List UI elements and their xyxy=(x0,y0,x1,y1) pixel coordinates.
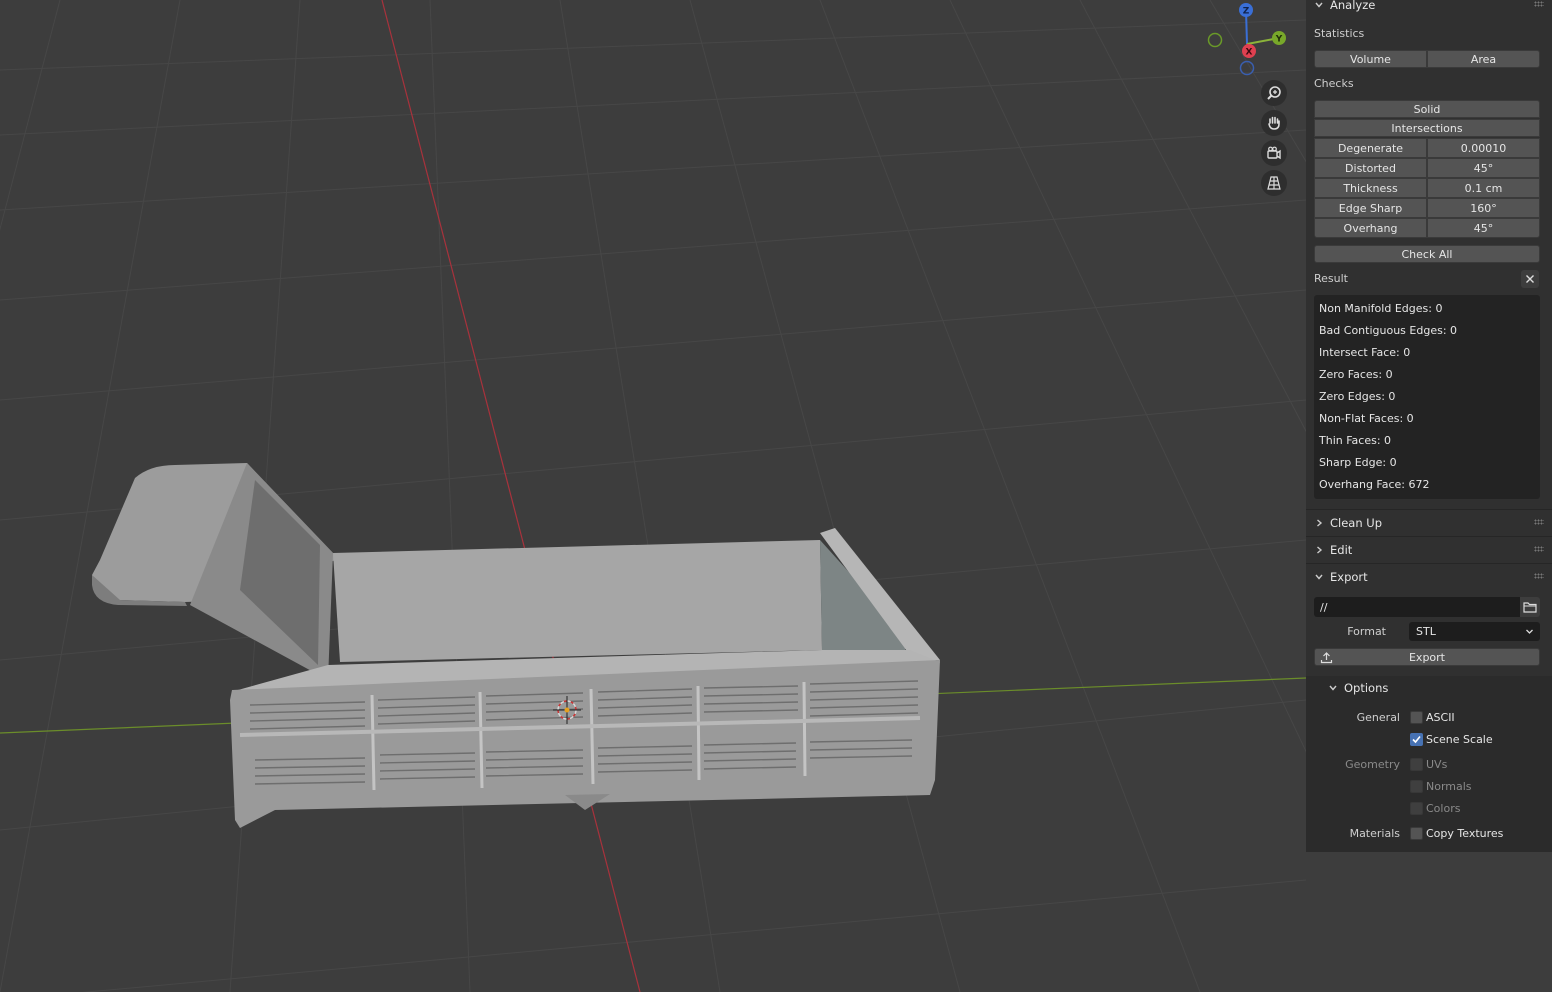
result-line[interactable]: Zero Edges: 0 xyxy=(1319,390,1395,403)
sidebar-panel: Analyze Statistics Volume Area Checks So… xyxy=(1306,0,1552,852)
colors-label[interactable]: Colors xyxy=(1426,802,1460,815)
thickness-label[interactable]: Thickness xyxy=(1314,178,1427,198)
navigation-gizmo[interactable]: Z Y X xyxy=(1200,0,1296,80)
solid-button[interactable]: Solid xyxy=(1314,100,1540,118)
format-select[interactable]: STL xyxy=(1409,622,1540,641)
drag-grip-icon[interactable] xyxy=(1534,519,1544,525)
chevron-down-icon xyxy=(1526,629,1533,634)
svg-text:Z: Z xyxy=(1243,7,1250,17)
scene-scale-checkbox[interactable] xyxy=(1410,733,1423,746)
folder-icon xyxy=(1523,602,1537,613)
statistics-label: Statistics xyxy=(1314,27,1365,40)
close-icon xyxy=(1526,275,1534,283)
copy-textures-label[interactable]: Copy Textures xyxy=(1426,827,1503,840)
result-line[interactable]: Zero Faces: 0 xyxy=(1319,368,1393,381)
normals-checkbox[interactable] xyxy=(1410,780,1423,793)
neg-y-axis-handle xyxy=(1207,32,1223,48)
ascii-checkbox[interactable] xyxy=(1410,711,1423,724)
edge-sharp-label[interactable]: Edge Sharp xyxy=(1314,198,1427,218)
overhang-label[interactable]: Overhang xyxy=(1314,218,1427,238)
result-line[interactable]: Overhang Face: 672 xyxy=(1319,478,1430,491)
camera-icon[interactable] xyxy=(1261,140,1287,166)
result-line[interactable]: Sharp Edge: 0 xyxy=(1319,456,1397,469)
x-axis-line xyxy=(381,0,641,992)
format-label: Format xyxy=(1347,625,1386,638)
format-value: STL xyxy=(1416,625,1436,638)
uvs-label[interactable]: UVs xyxy=(1426,758,1447,771)
result-line[interactable]: Bad Contiguous Edges: 0 xyxy=(1319,324,1457,337)
result-label: Result xyxy=(1314,272,1348,285)
geometry-label: Geometry xyxy=(1345,758,1400,771)
cleanup-title: Clean Up xyxy=(1330,516,1383,530)
chevron-down-icon xyxy=(1329,685,1337,691)
result-box: Non Manifold Edges: 0 Bad Contiguous Edg… xyxy=(1314,295,1540,499)
analyze-title: Analyze xyxy=(1330,0,1376,12)
edit-title: Edit xyxy=(1330,543,1353,557)
clear-result-button[interactable] xyxy=(1521,270,1539,288)
drag-grip-icon[interactable] xyxy=(1534,1,1544,7)
degenerate-label[interactable]: Degenerate xyxy=(1314,138,1427,158)
general-label: General xyxy=(1356,711,1400,724)
chevron-right-icon xyxy=(1317,546,1323,554)
intersections-button[interactable]: Intersections xyxy=(1314,119,1540,137)
result-line[interactable]: Thin Faces: 0 xyxy=(1319,434,1391,447)
export-button[interactable]: Export xyxy=(1314,648,1540,666)
upload-icon xyxy=(1320,652,1333,664)
zoom-icon[interactable] xyxy=(1261,80,1287,106)
volume-button[interactable]: Volume xyxy=(1314,50,1427,68)
normals-label[interactable]: Normals xyxy=(1426,780,1472,793)
scene-scale-label[interactable]: Scene Scale xyxy=(1426,733,1493,746)
copy-textures-checkbox[interactable] xyxy=(1410,827,1423,840)
colors-checkbox[interactable] xyxy=(1410,802,1423,815)
cleanup-panel-header[interactable]: Clean Up xyxy=(1306,512,1552,534)
edge-sharp-value[interactable]: 160° xyxy=(1427,198,1540,218)
checks-label: Checks xyxy=(1314,77,1354,90)
chevron-down-icon xyxy=(1315,2,1323,8)
export-panel-header[interactable]: Export xyxy=(1306,566,1552,588)
distorted-label[interactable]: Distorted xyxy=(1314,158,1427,178)
pan-hand-icon[interactable] xyxy=(1261,110,1287,136)
checkmark-icon xyxy=(1412,735,1421,744)
overhang-value[interactable]: 45° xyxy=(1427,218,1540,238)
uvs-checkbox[interactable] xyxy=(1410,758,1423,771)
area-button[interactable]: Area xyxy=(1427,50,1540,68)
ascii-label[interactable]: ASCII xyxy=(1426,711,1455,724)
edit-panel-header[interactable]: Edit xyxy=(1306,539,1552,561)
analyze-panel-header[interactable]: Analyze xyxy=(1306,0,1552,16)
options-title: Options xyxy=(1344,681,1389,695)
browse-folder-button[interactable] xyxy=(1520,597,1540,617)
distorted-value[interactable]: 45° xyxy=(1427,158,1540,178)
neg-z-axis-handle xyxy=(1239,60,1255,76)
export-path-field[interactable]: // xyxy=(1314,597,1520,617)
scene-canvas[interactable] xyxy=(0,0,1306,992)
svg-text:X: X xyxy=(1246,48,1253,58)
export-button-label: Export xyxy=(1408,650,1445,664)
truck-bed-model[interactable] xyxy=(92,463,940,828)
options-subpanel: Options General ASCII Scene Scale Geomet… xyxy=(1306,676,1552,852)
options-header[interactable]: Options xyxy=(1320,677,1552,699)
drag-grip-icon[interactable] xyxy=(1534,573,1544,579)
result-line[interactable]: Intersect Face: 0 xyxy=(1319,346,1410,359)
materials-label: Materials xyxy=(1349,827,1400,840)
chevron-down-icon xyxy=(1315,574,1323,580)
chevron-right-icon xyxy=(1317,519,1323,527)
degenerate-value[interactable]: 0.00010 xyxy=(1427,138,1540,158)
check-all-button[interactable]: Check All xyxy=(1314,245,1540,263)
svg-text:Y: Y xyxy=(1275,35,1283,45)
result-line[interactable]: Non-Flat Faces: 0 xyxy=(1319,412,1414,425)
perspective-grid-icon[interactable] xyxy=(1261,170,1287,196)
drag-grip-icon[interactable] xyxy=(1534,546,1544,552)
result-line[interactable]: Non Manifold Edges: 0 xyxy=(1319,302,1442,315)
export-title: Export xyxy=(1330,570,1368,584)
thickness-value[interactable]: 0.1 cm xyxy=(1427,178,1540,198)
3d-viewport[interactable]: Z Y X xyxy=(0,0,1306,992)
